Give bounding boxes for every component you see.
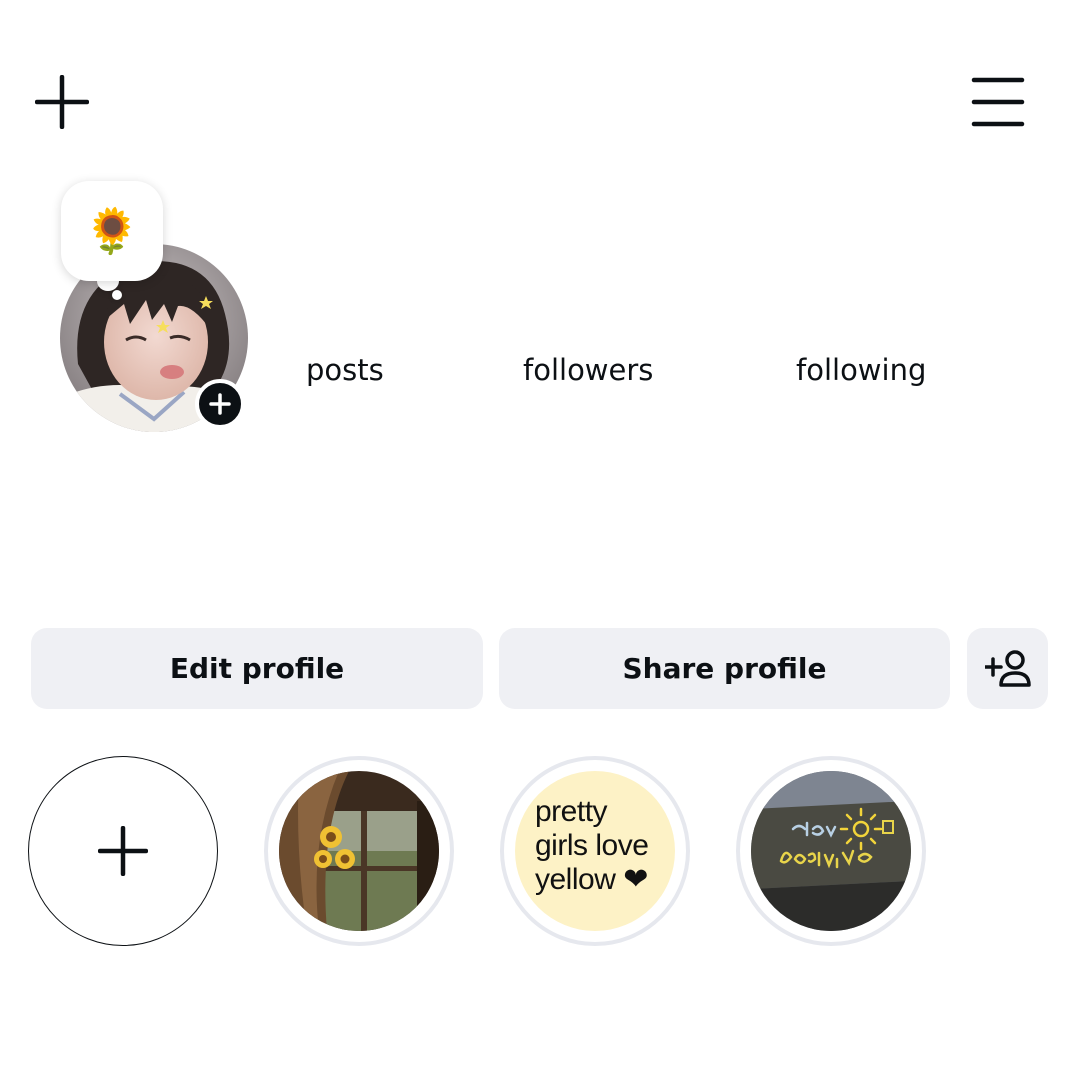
plus-icon: [35, 75, 89, 129]
note-bubble-tail-dot: [112, 290, 122, 300]
discover-people-button[interactable]: [967, 628, 1048, 709]
followers-stat-label[interactable]: followers: [523, 353, 653, 387]
highlight-item[interactable]: [264, 756, 454, 946]
note-bubble[interactable]: 🌻: [61, 181, 163, 281]
following-stat-label[interactable]: following: [796, 353, 926, 387]
sunflower-emoji: 🌻: [84, 206, 140, 257]
share-profile-button[interactable]: Share profile: [499, 628, 950, 709]
edit-profile-button[interactable]: Edit profile: [31, 628, 483, 709]
highlight-item[interactable]: pretty girls love yellow ❤: [500, 756, 690, 946]
posts-stat-label: posts: [306, 353, 384, 387]
highlight-cover: pretty girls love yellow ❤: [515, 771, 675, 931]
highlight-cover: [279, 771, 439, 931]
sunflowers-window-image: [279, 771, 439, 931]
new-post-button[interactable]: [30, 70, 94, 134]
stay-positive-chalk-image: [751, 771, 911, 931]
highlight-cover: [751, 771, 911, 931]
new-highlight-button[interactable]: [28, 756, 218, 946]
highlight-cover-text: pretty girls love yellow ❤: [535, 795, 649, 896]
menu-button[interactable]: [966, 70, 1030, 134]
plus-icon: [209, 393, 231, 415]
highlight-item[interactable]: [736, 756, 926, 946]
hamburger-menu-icon: [971, 77, 1025, 127]
add-story-button[interactable]: [195, 379, 245, 429]
add-person-icon: [984, 649, 1031, 687]
plus-icon: [98, 826, 148, 876]
